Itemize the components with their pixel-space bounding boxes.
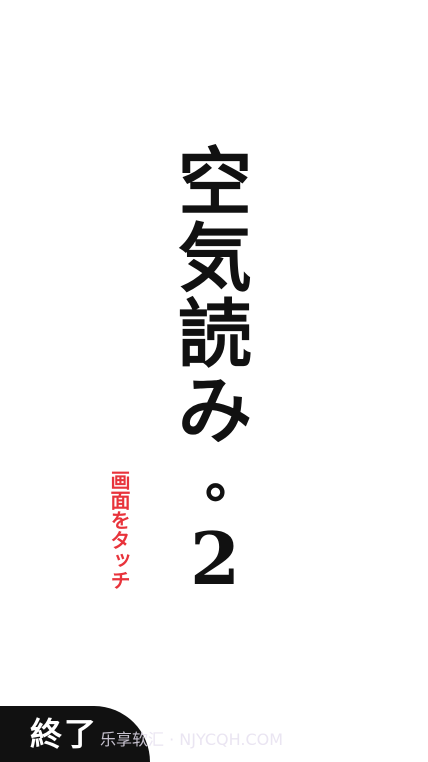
game-title: 空 気 読 み 。 2 [170,145,260,615]
watermark: 乐享软汇 · NJYCQH.COM [100,730,284,749]
title-char-1: 空 [178,140,252,226]
title-char-2: 気 [178,216,252,302]
title-number: 2 [189,516,241,601]
title-period: 。 [205,446,259,510]
title-char-3: 読 [178,292,252,378]
quit-button-label: 終了 [30,715,99,753]
tap-screen-hint[interactable]: 画面をタッチ [106,470,132,590]
title-char-4: み [178,368,252,454]
